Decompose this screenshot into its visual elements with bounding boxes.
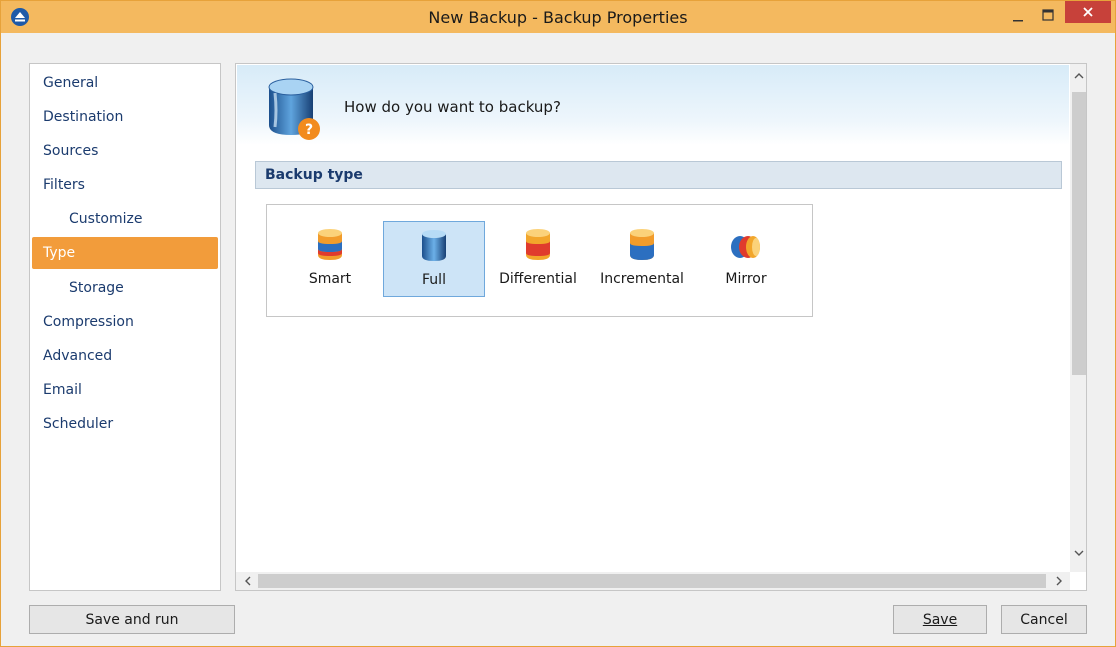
maximize-button[interactable] bbox=[1034, 4, 1062, 26]
nav-item-customize[interactable]: Customize bbox=[32, 203, 218, 235]
backup-type-differential[interactable]: Differential bbox=[487, 221, 589, 297]
page-question: How do you want to backup? bbox=[344, 98, 561, 116]
nav-item-label: General bbox=[43, 75, 99, 91]
backup-question-icon: ? bbox=[265, 77, 325, 141]
backup-properties-window: New Backup - Backup Properties General D… bbox=[0, 0, 1116, 647]
option-label: Full bbox=[422, 272, 446, 288]
option-label: Smart bbox=[308, 271, 352, 287]
nav-item-label: Advanced bbox=[43, 348, 113, 364]
type-settings-panel: ? How do you want to backup? Backup type… bbox=[235, 63, 1087, 591]
nav-item-filters[interactable]: Filters bbox=[32, 169, 218, 201]
backup-type-smart[interactable]: Smart bbox=[279, 221, 381, 297]
nav-item-type[interactable]: Type bbox=[32, 237, 218, 269]
close-icon bbox=[1083, 7, 1093, 17]
nav-item-general[interactable]: General bbox=[32, 67, 218, 99]
save-and-run-button[interactable]: Save and run bbox=[29, 605, 235, 634]
section-header-backup-type: Backup type bbox=[255, 161, 1062, 189]
nav-item-email[interactable]: Email bbox=[32, 374, 218, 406]
scroll-right-button[interactable] bbox=[1050, 572, 1068, 590]
svg-text:?: ? bbox=[305, 122, 313, 138]
cancel-button[interactable]: Cancel bbox=[1001, 605, 1087, 634]
save-button[interactable]: Save bbox=[893, 605, 987, 634]
incremental-db-icon bbox=[625, 227, 659, 263]
window-title: New Backup - Backup Properties bbox=[428, 8, 688, 27]
option-label: Mirror bbox=[725, 271, 767, 287]
backup-type-mirror[interactable]: Mirror bbox=[695, 221, 797, 297]
backup-type-full[interactable]: Full bbox=[383, 221, 485, 297]
chevron-left-icon bbox=[244, 576, 250, 586]
option-label: Incremental bbox=[600, 271, 684, 287]
backup-type-selector: Smart Full Differential Incremental Mirr… bbox=[266, 204, 813, 317]
nav-item-label: Customize bbox=[69, 211, 143, 227]
nav-item-storage[interactable]: Storage bbox=[32, 272, 218, 304]
scroll-up-button[interactable] bbox=[1070, 66, 1086, 84]
chevron-right-icon bbox=[1056, 576, 1062, 586]
smart-db-icon bbox=[313, 227, 347, 263]
scroll-left-button[interactable] bbox=[238, 572, 256, 590]
chevron-up-icon bbox=[1074, 72, 1084, 78]
vertical-scroll-thumb[interactable] bbox=[1072, 92, 1086, 375]
scroll-down-button[interactable] bbox=[1070, 544, 1086, 562]
mirror-db-icon bbox=[729, 227, 763, 263]
nav-item-scheduler[interactable]: Scheduler bbox=[32, 408, 218, 440]
nav-item-label: Compression bbox=[43, 314, 134, 330]
minimize-button[interactable] bbox=[1004, 6, 1032, 28]
nav-item-label: Filters bbox=[43, 177, 85, 193]
differential-db-icon bbox=[521, 227, 555, 263]
nav-item-compression[interactable]: Compression bbox=[32, 306, 218, 338]
nav-item-label: Scheduler bbox=[43, 416, 114, 432]
horizontal-scrollbar[interactable] bbox=[236, 572, 1070, 590]
close-button[interactable] bbox=[1065, 1, 1111, 23]
nav-item-label: Type bbox=[43, 245, 76, 261]
horizontal-scroll-thumb[interactable] bbox=[258, 574, 1046, 588]
save-button-label: Save bbox=[922, 611, 958, 628]
nav-item-advanced[interactable]: Advanced bbox=[32, 340, 218, 372]
chevron-down-icon bbox=[1074, 550, 1084, 556]
option-label: Differential bbox=[499, 271, 577, 287]
settings-nav: General Destination Sources Filters Cust… bbox=[29, 63, 221, 591]
nav-item-sources[interactable]: Sources bbox=[32, 135, 218, 167]
nav-item-label: Destination bbox=[43, 109, 124, 125]
vertical-scrollbar[interactable] bbox=[1070, 64, 1086, 572]
page-header: ? How do you want to backup? bbox=[237, 65, 1069, 145]
title-bar[interactable]: New Backup - Backup Properties bbox=[1, 1, 1115, 33]
nav-item-destination[interactable]: Destination bbox=[32, 101, 218, 133]
nav-item-label: Sources bbox=[43, 143, 99, 159]
full-db-icon bbox=[417, 228, 451, 264]
nav-item-label: Email bbox=[43, 382, 82, 398]
backup-type-incremental[interactable]: Incremental bbox=[591, 221, 693, 297]
nav-item-label: Storage bbox=[69, 280, 124, 296]
